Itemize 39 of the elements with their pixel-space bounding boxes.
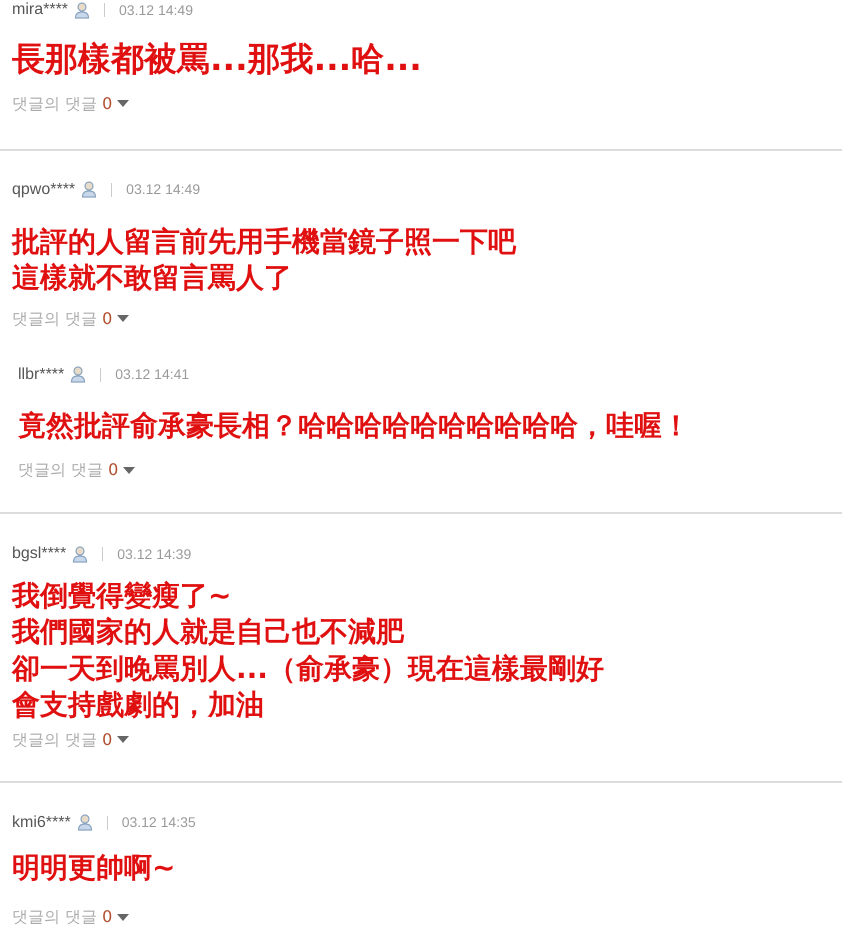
caret-icon[interactable] [117,736,130,744]
timestamp: 03.12 14:35 [122,813,196,832]
username: bgsl**** [12,544,66,564]
user-icon [76,814,93,832]
timestamp: 03.12 14:41 [115,365,190,384]
comment-text: 這樣就不敢留言罵人了 [12,260,293,296]
comment-text: 竟然批評俞承豪長相？哈哈哈哈哈哈哈哈哈哈，哇喔！ [18,408,691,444]
reply-count: 0 [102,92,112,115]
username: qpwo**** [12,180,76,200]
username: mira**** [12,0,68,20]
reply-link[interactable]: 댓글의 댓글 [12,728,98,752]
caret-icon[interactable] [123,466,136,474]
reply-count: 0 [108,459,118,482]
comment-text: 長那樣都被罵...那我...哈... [12,38,423,80]
caret-icon[interactable] [117,914,130,921]
timestamp: 03.12 14:49 [126,180,200,200]
reply-count: 0 [102,308,112,330]
caret-icon[interactable] [117,315,130,322]
comment-text: 會支持戲劇的，加油 [12,687,265,724]
user-icon [72,546,88,563]
user-icon [74,2,90,18]
comment-text: 我們國家的人就是自己也不減肥 [12,614,406,650]
timestamp: 03.12 14:49 [119,0,193,20]
reply-link[interactable]: 댓글의 댓글 [12,92,98,116]
reply-link[interactable]: 댓글의 댓글 [18,458,104,482]
comment-text: 卻一天到晚罵別人...（俞承豪）現在這樣最剛好 [12,650,605,687]
reply-link[interactable]: 댓글의 댓글 [12,306,98,331]
user-icon [70,366,86,384]
reply-count: 0 [102,906,112,928]
username: kmi6**** [12,812,71,833]
comment-text: 我倒覺得變瘦了~ [12,578,232,614]
comment-text: 批評的人留言前先用手機當鏡子照一下吧 [12,224,518,260]
reply-count: 0 [102,728,112,751]
comment-text: 明明更帥啊~ [12,850,176,886]
reply-link[interactable]: 댓글의 댓글 [12,905,98,930]
timestamp: 03.12 14:39 [117,544,192,564]
caret-icon[interactable] [117,100,130,108]
user-icon [81,181,98,198]
username: llbr**** [18,364,64,385]
